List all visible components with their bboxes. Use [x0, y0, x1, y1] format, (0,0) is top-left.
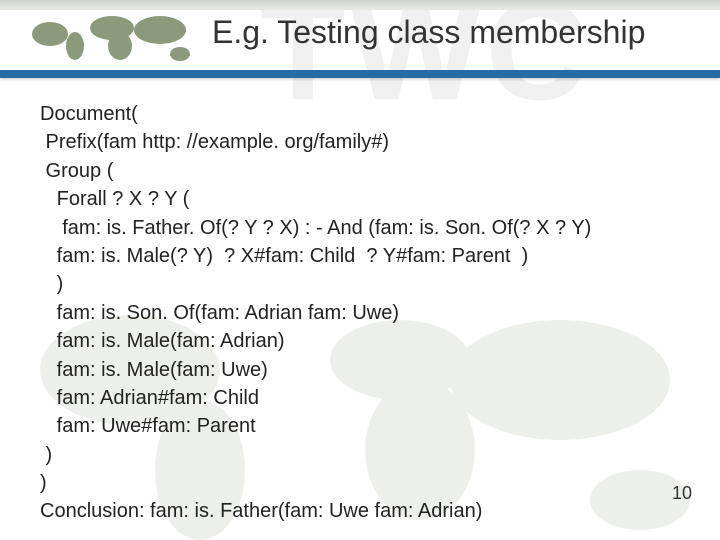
- code-line: fam: Uwe#fam: Parent: [40, 412, 680, 440]
- slide-header: E.g. Testing class membership: [0, 0, 720, 74]
- header-divider: [0, 70, 720, 78]
- code-line: Forall ? X ? Y (: [40, 185, 680, 213]
- code-line: Document(: [40, 100, 680, 128]
- slide-title: E.g. Testing class membership: [212, 14, 645, 51]
- code-line: Group (: [40, 157, 680, 185]
- code-line: fam: Adrian#fam: Child: [40, 384, 680, 412]
- code-line: ): [40, 441, 680, 469]
- code-line: Conclusion: fam: is. Father(fam: Uwe fam…: [40, 497, 680, 525]
- code-line: fam: is. Son. Of(fam: Adrian fam: Uwe): [40, 299, 680, 327]
- page-number: 10: [672, 483, 692, 504]
- code-line: fam: is. Male(fam: Adrian): [40, 327, 680, 355]
- code-line: fam: is. Father. Of(? Y ? X) : - And (fa…: [40, 214, 680, 242]
- code-block: Document( Prefix(fam http: //example. or…: [40, 100, 680, 526]
- code-line: fam: is. Male(fam: Uwe): [40, 356, 680, 384]
- code-line: ): [40, 270, 680, 298]
- code-line: ): [40, 469, 680, 497]
- world-map-icon: [20, 6, 200, 66]
- code-line: Prefix(fam http: //example. org/family#): [40, 128, 680, 156]
- code-line: fam: is. Male(? Y) ? X#fam: Child ? Y#fa…: [40, 242, 680, 270]
